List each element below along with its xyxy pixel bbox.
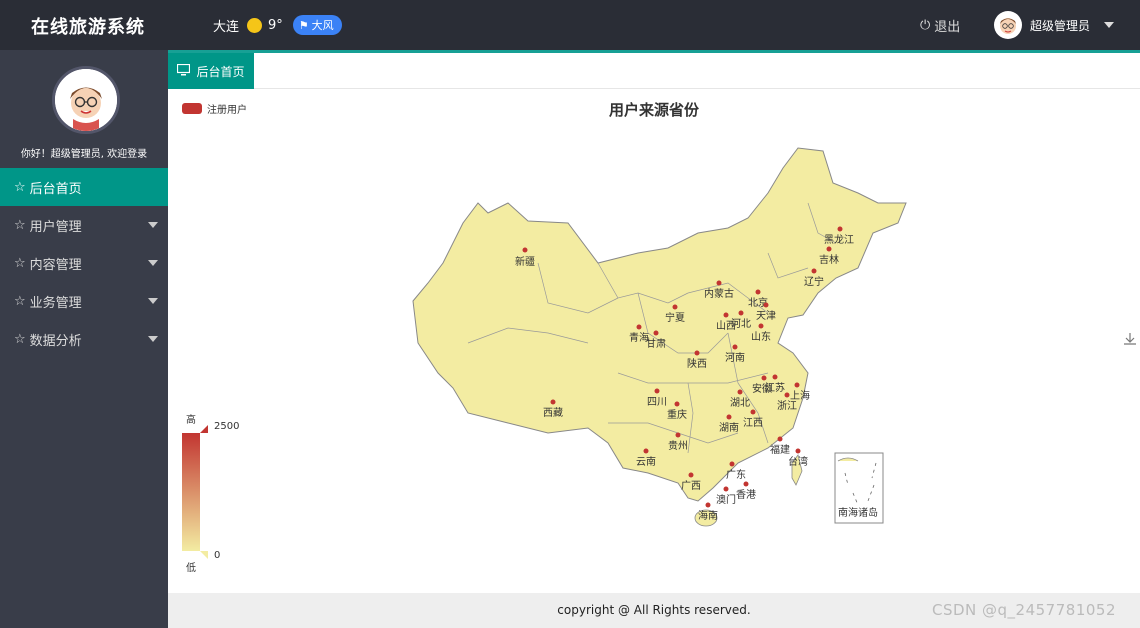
star-icon: ☆ (14, 331, 26, 347)
main-content: 后台首页 用户来源省份 注册用户 新疆 西藏 青海 甘肃 宁夏 内蒙古 黑龙江 … (168, 53, 1140, 628)
visual-map-handle-top[interactable] (200, 425, 208, 433)
sun-icon (247, 17, 263, 33)
star-icon: ☆ (14, 255, 26, 271)
chevron-down-icon (1104, 22, 1115, 28)
label-sichuan: 四川 (647, 397, 667, 408)
visual-map-min-text: 0 (214, 550, 221, 561)
weather-temp: 9° (268, 17, 283, 33)
label-jiangxi: 江西 (743, 417, 763, 429)
label-yunnan: 云南 (636, 455, 656, 468)
label-ningxia: 宁夏 (665, 311, 685, 324)
map-outline (412, 147, 907, 502)
label-gansu: 甘肃 (646, 337, 666, 350)
label-xinjiang: 新疆 (515, 255, 535, 268)
power-icon: ⏻ (920, 18, 931, 33)
weather-city: 大连 (213, 19, 240, 35)
logout-label: 退出 (934, 20, 961, 35)
visual-map-bar (182, 433, 200, 551)
label-henan: 河南 (725, 351, 745, 364)
weather-widget: 大连 9° ⚑ 大风 (213, 15, 342, 35)
top-bar: 在线旅游系统 大连 9° ⚑ 大风 ⏻ 退出 超级管理员 (0, 0, 1140, 53)
sidebar: 你好！超级管理员, 欢迎登录 ☆ 后台首页 ☆ 用户管理 ☆ 内容管理 ☆ 业务… (0, 50, 168, 628)
flag-icon: ⚑ (298, 18, 309, 32)
sidebar-item-label: 数据分析 (29, 333, 82, 349)
sidebar-item-label: 后台首页 (29, 181, 82, 197)
sidebar-item-business[interactable]: ☆ 业务管理 (0, 282, 168, 320)
label-chongqing: 重庆 (667, 408, 687, 421)
sidebar-item-label: 内容管理 (29, 257, 82, 273)
user-menu[interactable]: 超级管理员 (994, 11, 1115, 39)
user-name: 超级管理员 (1030, 18, 1091, 33)
profile-avatar (52, 66, 120, 134)
label-hainan: 海南 (698, 509, 718, 522)
copyright-text: copyright @ All Rights reserved. (557, 603, 751, 617)
welcome-text: 你好！超级管理员, 欢迎登录 (20, 149, 148, 160)
label-shandong: 山东 (751, 330, 771, 343)
sidebar-item-content[interactable]: ☆ 内容管理 (0, 244, 168, 282)
label-xianggang: 香港 (736, 489, 756, 501)
china-map: 新疆 西藏 青海 甘肃 宁夏 内蒙古 黑龙江 吉林 辽宁 北京 天津 河北 山西… (412, 147, 907, 527)
chevron-down-icon (148, 260, 158, 266)
visual-map-high-label: 高 (186, 415, 196, 426)
sidebar-item-users[interactable]: ☆ 用户管理 (0, 206, 168, 244)
chevron-down-icon (148, 222, 158, 228)
star-icon: ☆ (14, 293, 26, 309)
star-icon: ☆ (14, 179, 26, 195)
sidebar-item-label: 用户管理 (29, 219, 82, 235)
avatar (994, 11, 1022, 39)
sidebar-item-label: 业务管理 (29, 295, 82, 311)
label-liaoning: 辽宁 (804, 275, 824, 288)
label-shaanxi: 陕西 (687, 357, 707, 370)
watermark: CSDN @q_2457781052 (932, 601, 1116, 619)
label-guangdong: 广东 (726, 468, 746, 481)
chevron-down-icon (148, 336, 158, 342)
label-aomen: 澳门 (716, 493, 736, 506)
star-icon: ☆ (14, 217, 26, 233)
label-hubei: 湖北 (730, 397, 750, 409)
logout-button[interactable]: ⏻ 退出 (920, 16, 960, 35)
wind-label: 大风 (311, 19, 334, 32)
download-icon[interactable] (1123, 331, 1137, 350)
app-title: 在线旅游系统 (31, 17, 145, 38)
visual-map-low-label: 低 (186, 563, 196, 574)
label-xizang: 西藏 (543, 407, 563, 419)
sidebar-item-home[interactable]: ☆ 后台首页 (0, 168, 168, 206)
chevron-down-icon (148, 298, 158, 304)
label-zhejiang: 浙江 (777, 400, 797, 412)
label-nanhai: 南海诸岛 (838, 506, 878, 519)
label-tianjin: 天津 (756, 310, 776, 322)
visual-map[interactable]: 高 2500 0 低 (178, 409, 258, 574)
south-china-sea-inset: 南海诸岛 (834, 452, 884, 524)
sidebar-menu: ☆ 后台首页 ☆ 用户管理 ☆ 内容管理 ☆ 业务管理 ☆ 数据分析 (0, 168, 168, 358)
label-hunan: 湖南 (719, 421, 739, 434)
label-guizhou: 贵州 (668, 439, 688, 452)
label-jiangsu: 江苏 (765, 381, 785, 394)
label-neimenggu: 内蒙古 (704, 287, 734, 300)
visual-map-handle-bottom[interactable] (200, 551, 208, 559)
label-shanxi: 山西 (716, 320, 736, 332)
label-fujian: 福建 (770, 443, 790, 456)
sidebar-item-analytics[interactable]: ☆ 数据分析 (0, 320, 168, 358)
label-taiwan: 台湾 (788, 455, 808, 468)
label-jilin: 吉林 (819, 253, 839, 266)
label-guangxi: 广西 (681, 480, 701, 492)
visual-map-max-text: 2500 (214, 421, 240, 432)
wind-badge: ⚑ 大风 (292, 15, 342, 35)
label-heilongjiang: 黑龙江 (824, 233, 854, 246)
